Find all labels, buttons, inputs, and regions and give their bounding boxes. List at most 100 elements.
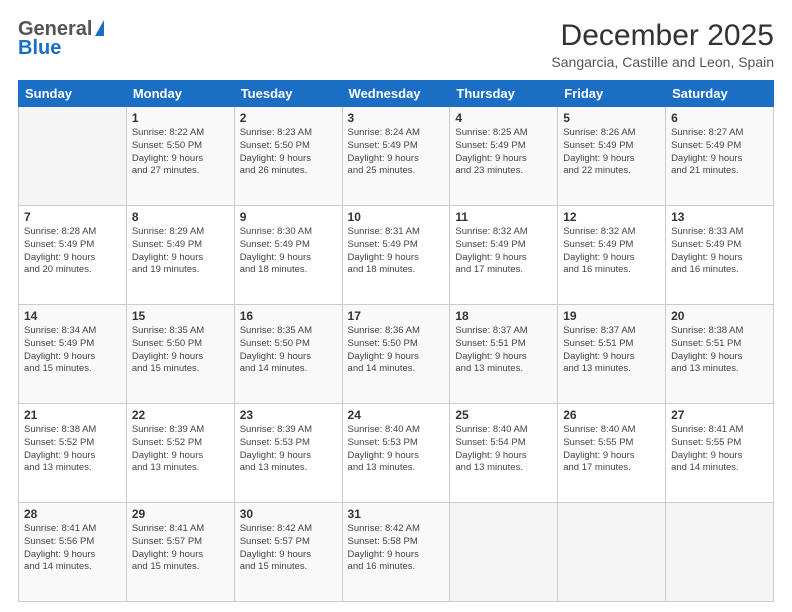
day-number: 17	[348, 309, 445, 323]
header: General Blue December 2025 Sangarcia, Ca…	[18, 18, 774, 70]
cell-w1-d3: 2Sunrise: 8:23 AM Sunset: 5:50 PM Daylig…	[234, 107, 342, 206]
cell-w3-d4: 17 Sunrise: 8:36 AM Sunset: 5:50 PM Dayli…	[342, 305, 450, 404]
header-tuesday: Tuesday	[234, 81, 342, 107]
cell-w4-d5: 25 Sunrise: 8:40 AM Sunset: 5:54 PM Dayli…	[450, 404, 558, 503]
week-row-4: 21Sunrise: 8:38 AM Sunset: 5:52 PM Dayli…	[19, 404, 774, 503]
week-row-5: 28 Sunrise: 8:41 AM Sunset: 5:56 PM Dayli…	[19, 503, 774, 602]
main-title: December 2025	[551, 18, 774, 54]
title-section: December 2025 Sangarcia, Castille and Le…	[551, 18, 774, 70]
cell-w4-d3: 23Sunrise: 8:39 AM Sunset: 5:53 PM Dayli…	[234, 404, 342, 503]
day-info: Sunrise: 8:28 AM Sunset: 5:49 PM Dayligh…	[24, 226, 121, 277]
cell-w1-d5: 4 Sunrise: 8:25 AM Sunset: 5:49 PM Daylig…	[450, 107, 558, 206]
day-info: Sunrise: 8:31 AM Sunset: 5:49 PM Dayligh…	[348, 226, 445, 277]
day-number: 16	[240, 309, 337, 323]
day-info: Sunrise: 8:24 AM Sunset: 5:49 PM Dayligh…	[348, 127, 445, 178]
day-number: 29	[132, 507, 229, 521]
cell-w5-d7	[666, 503, 774, 602]
week-row-2: 7 Sunrise: 8:28 AM Sunset: 5:49 PM Daylig…	[19, 206, 774, 305]
day-number: 11	[455, 210, 552, 224]
cell-w3-d3: 16 Sunrise: 8:35 AM Sunset: 5:50 PM Dayli…	[234, 305, 342, 404]
day-number: 7	[24, 210, 121, 224]
day-number: 3	[348, 111, 445, 125]
cell-w5-d5	[450, 503, 558, 602]
day-info: Sunrise: 8:35 AM Sunset: 5:50 PM Dayligh…	[240, 325, 337, 376]
day-info: Sunrise: 8:40 AM Sunset: 5:53 PM Dayligh…	[348, 424, 445, 475]
day-info: Sunrise: 8:42 AM Sunset: 5:57 PM Dayligh…	[240, 523, 337, 574]
day-info: Sunrise: 8:41 AM Sunset: 5:56 PM Dayligh…	[24, 523, 121, 574]
day-number: 31	[348, 507, 445, 521]
cell-w4-d6: 26 Sunrise: 8:40 AM Sunset: 5:55 PM Dayli…	[558, 404, 666, 503]
day-info: Sunrise: 8:40 AM Sunset: 5:54 PM Dayligh…	[455, 424, 552, 475]
cell-w4-d4: 24 Sunrise: 8:40 AM Sunset: 5:53 PM Dayli…	[342, 404, 450, 503]
cell-w4-d7: 27Sunrise: 8:41 AM Sunset: 5:55 PM Dayli…	[666, 404, 774, 503]
cell-w3-d6: 19 Sunrise: 8:37 AM Sunset: 5:51 PM Dayli…	[558, 305, 666, 404]
day-info: Sunrise: 8:41 AM Sunset: 5:57 PM Dayligh…	[132, 523, 229, 574]
cell-w1-d2: 1 Sunrise: 8:22 AM Sunset: 5:50 PM Daylig…	[126, 107, 234, 206]
day-number: 25	[455, 408, 552, 422]
day-info: Sunrise: 8:32 AM Sunset: 5:49 PM Dayligh…	[563, 226, 660, 277]
header-saturday: Saturday	[666, 81, 774, 107]
day-number: 5	[563, 111, 660, 125]
day-number: 12	[563, 210, 660, 224]
cell-w5-d4: 31 Sunrise: 8:42 AM Sunset: 5:58 PM Dayli…	[342, 503, 450, 602]
cell-w4-d2: 22 Sunrise: 8:39 AM Sunset: 5:52 PM Dayli…	[126, 404, 234, 503]
day-number: 15	[132, 309, 229, 323]
calendar-header-row: Sunday Monday Tuesday Wednesday Thursday…	[19, 81, 774, 107]
day-info: Sunrise: 8:40 AM Sunset: 5:55 PM Dayligh…	[563, 424, 660, 475]
day-info: Sunrise: 8:22 AM Sunset: 5:50 PM Dayligh…	[132, 127, 229, 178]
cell-w3-d7: 20Sunrise: 8:38 AM Sunset: 5:51 PM Dayli…	[666, 305, 774, 404]
day-info: Sunrise: 8:42 AM Sunset: 5:58 PM Dayligh…	[348, 523, 445, 574]
day-info: Sunrise: 8:37 AM Sunset: 5:51 PM Dayligh…	[563, 325, 660, 376]
cell-w2-d5: 11 Sunrise: 8:32 AM Sunset: 5:49 PM Dayli…	[450, 206, 558, 305]
header-friday: Friday	[558, 81, 666, 107]
header-sunday: Sunday	[19, 81, 127, 107]
day-info: Sunrise: 8:29 AM Sunset: 5:49 PM Dayligh…	[132, 226, 229, 277]
day-number: 10	[348, 210, 445, 224]
day-number: 13	[671, 210, 768, 224]
day-number: 26	[563, 408, 660, 422]
day-info: Sunrise: 8:25 AM Sunset: 5:49 PM Dayligh…	[455, 127, 552, 178]
day-info: Sunrise: 8:32 AM Sunset: 5:49 PM Dayligh…	[455, 226, 552, 277]
day-info: Sunrise: 8:38 AM Sunset: 5:52 PM Dayligh…	[24, 424, 121, 475]
cell-w3-d2: 15 Sunrise: 8:35 AM Sunset: 5:50 PM Dayli…	[126, 305, 234, 404]
logo-triangle-icon	[95, 20, 104, 36]
day-number: 1	[132, 111, 229, 125]
calendar-table: Sunday Monday Tuesday Wednesday Thursday…	[18, 80, 774, 602]
cell-w1-d4: 3 Sunrise: 8:24 AM Sunset: 5:49 PM Daylig…	[342, 107, 450, 206]
cell-w2-d3: 9Sunrise: 8:30 AM Sunset: 5:49 PM Daylig…	[234, 206, 342, 305]
day-number: 22	[132, 408, 229, 422]
day-info: Sunrise: 8:26 AM Sunset: 5:49 PM Dayligh…	[563, 127, 660, 178]
week-row-1: 1 Sunrise: 8:22 AM Sunset: 5:50 PM Daylig…	[19, 107, 774, 206]
day-info: Sunrise: 8:39 AM Sunset: 5:52 PM Dayligh…	[132, 424, 229, 475]
day-number: 8	[132, 210, 229, 224]
day-number: 4	[455, 111, 552, 125]
day-number: 27	[671, 408, 768, 422]
day-info: Sunrise: 8:35 AM Sunset: 5:50 PM Dayligh…	[132, 325, 229, 376]
cell-w1-d1	[19, 107, 127, 206]
day-info: Sunrise: 8:27 AM Sunset: 5:49 PM Dayligh…	[671, 127, 768, 178]
day-info: Sunrise: 8:37 AM Sunset: 5:51 PM Dayligh…	[455, 325, 552, 376]
subtitle: Sangarcia, Castille and Leon, Spain	[551, 54, 774, 70]
cell-w4-d1: 21Sunrise: 8:38 AM Sunset: 5:52 PM Dayli…	[19, 404, 127, 503]
day-number: 28	[24, 507, 121, 521]
day-number: 9	[240, 210, 337, 224]
cell-w5-d2: 29 Sunrise: 8:41 AM Sunset: 5:57 PM Dayli…	[126, 503, 234, 602]
header-wednesday: Wednesday	[342, 81, 450, 107]
cell-w3-d1: 14Sunrise: 8:34 AM Sunset: 5:49 PM Dayli…	[19, 305, 127, 404]
day-number: 6	[671, 111, 768, 125]
cell-w2-d1: 7 Sunrise: 8:28 AM Sunset: 5:49 PM Daylig…	[19, 206, 127, 305]
day-info: Sunrise: 8:36 AM Sunset: 5:50 PM Dayligh…	[348, 325, 445, 376]
page: General Blue December 2025 Sangarcia, Ca…	[0, 0, 792, 612]
cell-w2-d6: 12 Sunrise: 8:32 AM Sunset: 5:49 PM Dayli…	[558, 206, 666, 305]
cell-w3-d5: 18 Sunrise: 8:37 AM Sunset: 5:51 PM Dayli…	[450, 305, 558, 404]
day-number: 19	[563, 309, 660, 323]
day-number: 14	[24, 309, 121, 323]
day-number: 18	[455, 309, 552, 323]
cell-w5-d3: 30 Sunrise: 8:42 AM Sunset: 5:57 PM Dayli…	[234, 503, 342, 602]
cell-w2-d7: 13Sunrise: 8:33 AM Sunset: 5:49 PM Dayli…	[666, 206, 774, 305]
day-number: 24	[348, 408, 445, 422]
day-number: 2	[240, 111, 337, 125]
day-number: 20	[671, 309, 768, 323]
day-number: 30	[240, 507, 337, 521]
cell-w1-d6: 5 Sunrise: 8:26 AM Sunset: 5:49 PM Daylig…	[558, 107, 666, 206]
